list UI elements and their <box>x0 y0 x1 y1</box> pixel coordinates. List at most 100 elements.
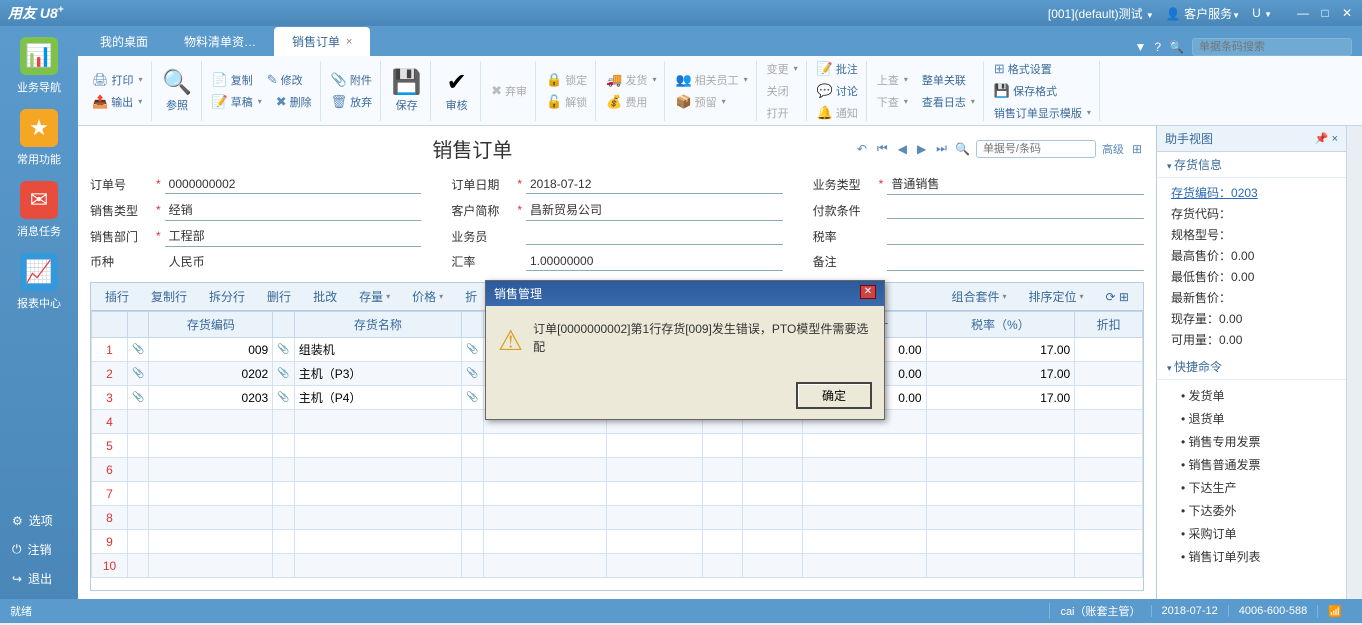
u-menu[interactable]: U ▼ <box>1252 6 1272 20</box>
tab-menu-caret[interactable]: ▼ <box>1134 40 1146 54</box>
note-field[interactable] <box>887 253 1144 271</box>
sort-button[interactable]: 排序定位▾ <box>1019 285 1094 308</box>
quick-command-item[interactable]: 销售普通发票 <box>1171 453 1332 476</box>
tab-sales-order[interactable]: 销售订单× <box>274 27 370 56</box>
delete-button[interactable]: ✖删除 <box>272 91 316 113</box>
payment-field[interactable] <box>887 201 1144 219</box>
format-set-button[interactable]: ⊞格式设置 <box>990 58 1095 80</box>
template-button[interactable]: 销售订单显示模版▾ <box>990 102 1095 124</box>
quick-command-item[interactable]: 退货单 <box>1171 407 1332 430</box>
dialog-close-button[interactable]: ✕ <box>860 285 876 299</box>
insert-row-button[interactable]: 插行 <box>95 285 139 308</box>
close-button[interactable]: ✕ <box>1340 6 1354 20</box>
col-name[interactable]: 存货名称 <box>294 312 461 338</box>
last-icon[interactable]: ⏭ <box>934 139 949 158</box>
copy-button[interactable]: 📄复制 <box>208 69 257 91</box>
table-row[interactable]: 8 <box>92 506 1143 530</box>
print-button[interactable]: 🖨打印▾ <box>88 69 147 91</box>
prev-icon[interactable]: ◀ <box>896 140 909 158</box>
quick-command-item[interactable]: 销售专用发票 <box>1171 430 1332 453</box>
pin-icon[interactable]: 📌 × <box>1315 132 1338 145</box>
rate-field[interactable]: 1.00000000 <box>526 252 783 271</box>
delete-row-button[interactable]: 删行 <box>257 285 301 308</box>
customer-field[interactable]: 昌新贸易公司 <box>526 199 783 221</box>
assoc-button[interactable]: 整单关联 <box>918 69 970 91</box>
dept-field[interactable]: 工程部 <box>165 225 422 247</box>
barcode-search-input[interactable] <box>1192 38 1352 56</box>
send-button[interactable]: 🚚发货▾ <box>602 69 660 91</box>
biz-type-field[interactable]: 普通销售 <box>887 173 1144 195</box>
sale-type-field[interactable]: 经销 <box>165 199 422 221</box>
undo-icon[interactable]: ↶ <box>855 140 869 158</box>
col-taxrate[interactable]: 税率（%） <box>926 312 1075 338</box>
price-button[interactable]: 价格▾ <box>402 285 453 308</box>
employee-field[interactable] <box>526 227 783 245</box>
nav-biz[interactable]: 📊业务导航 <box>9 36 69 96</box>
inv-code-link[interactable]: 存货编码：0203 <box>1171 186 1258 200</box>
order-no-field[interactable]: 0000000002 <box>165 175 422 194</box>
lookup-up-button[interactable]: 上查▾ <box>873 69 912 91</box>
advanced-search-link[interactable]: 高级 <box>1102 141 1124 157</box>
quick-command-item[interactable]: 采购订单 <box>1171 522 1332 545</box>
modify-button[interactable]: ✎修改 <box>263 69 307 91</box>
first-icon[interactable]: ⏮ <box>875 139 890 158</box>
order-date-field[interactable]: 2018-07-12 <box>526 175 783 194</box>
col-code[interactable]: 存货编码 <box>149 312 273 338</box>
quick-command-item[interactable]: 下达生产 <box>1171 476 1332 499</box>
combo-button[interactable]: 组合套件▾ <box>941 285 1016 308</box>
help-icon[interactable]: ? <box>1154 40 1161 54</box>
nav-logout[interactable]: ⏻注销 <box>0 535 78 564</box>
commands-section-header[interactable]: 快捷命令 <box>1157 354 1346 380</box>
table-row[interactable]: 7 <box>92 482 1143 506</box>
service-link[interactable]: 👤 客户服务▼ <box>1166 5 1240 22</box>
discard-button[interactable]: 🗑放弃 <box>327 91 377 113</box>
output-button[interactable]: 📤输出▾ <box>88 91 147 113</box>
lookup-down-button[interactable]: 下查▾ <box>873 91 912 113</box>
discuss-button[interactable]: 💬讨论 <box>813 80 862 102</box>
discount-button[interactable]: 折 <box>455 285 487 308</box>
split-row-button[interactable]: 拆分行 <box>199 285 255 308</box>
tab-material[interactable]: 物料清单资… <box>166 27 274 56</box>
doc-search-input[interactable] <box>976 140 1096 158</box>
format-save-button[interactable]: 💾保存格式 <box>990 80 1095 102</box>
reference-button[interactable]: 🔍参照 <box>154 61 202 121</box>
settings-icon[interactable]: ⊞ <box>1130 140 1144 158</box>
nav-options[interactable]: ⚙选项 <box>0 506 78 535</box>
quick-command-item[interactable]: 销售订单列表 <box>1171 545 1332 568</box>
draft-button[interactable]: 📝草稿▾ <box>208 91 266 113</box>
save-button[interactable]: 💾保存 <box>383 61 431 121</box>
close-icon[interactable]: × <box>346 36 352 48</box>
attach-button[interactable]: 📎附件 <box>327 69 377 91</box>
col-disc[interactable]: 折扣 <box>1075 312 1143 338</box>
deaudit-button[interactable]: ✖弃审 <box>487 80 531 102</box>
copy-row-button[interactable]: 复制行 <box>141 285 197 308</box>
notify-button[interactable]: 🔔通知 <box>813 102 862 124</box>
nav-exit[interactable]: ↪退出 <box>0 564 78 593</box>
table-row[interactable]: 5 <box>92 434 1143 458</box>
reserve-button[interactable]: 📦预留▾ <box>671 91 751 113</box>
audit-button[interactable]: ✔审核 <box>433 61 481 121</box>
table-row[interactable]: 9 <box>92 530 1143 554</box>
related-button[interactable]: 👥相关员工▾ <box>671 69 751 91</box>
tax-field[interactable] <box>887 227 1144 245</box>
stock-button[interactable]: 存量▾ <box>349 285 400 308</box>
account-selector[interactable]: [001](default)测试 ▼ <box>1048 5 1154 22</box>
batch-button[interactable]: 批改 <box>303 285 347 308</box>
grid-settings-button[interactable]: ⟳ ⊞ <box>1096 285 1139 308</box>
vertical-scrollbar[interactable] <box>1346 126 1362 599</box>
maximize-button[interactable]: □ <box>1318 6 1332 20</box>
quick-command-item[interactable]: 发货单 <box>1171 384 1332 407</box>
change-button[interactable]: 变更▾ <box>763 58 802 80</box>
close-doc-button[interactable]: 关闭 <box>763 80 802 102</box>
nav-fav[interactable]: ★常用功能 <box>9 108 69 168</box>
table-row[interactable]: 6 <box>92 458 1143 482</box>
minimize-button[interactable]: — <box>1296 6 1310 20</box>
unlock-button[interactable]: 🔓解锁 <box>542 91 591 113</box>
nav-msg[interactable]: ✉消息任务 <box>9 180 69 240</box>
log-button[interactable]: 查看日志▾ <box>918 91 979 113</box>
inventory-section-header[interactable]: 存货信息 <box>1157 152 1346 178</box>
approve-button[interactable]: 📝批注 <box>813 58 862 80</box>
nav-rpt[interactable]: 📈报表中心 <box>9 252 69 312</box>
open-doc-button[interactable]: 打开 <box>763 102 802 124</box>
tab-desktop[interactable]: 我的桌面 <box>82 27 166 56</box>
